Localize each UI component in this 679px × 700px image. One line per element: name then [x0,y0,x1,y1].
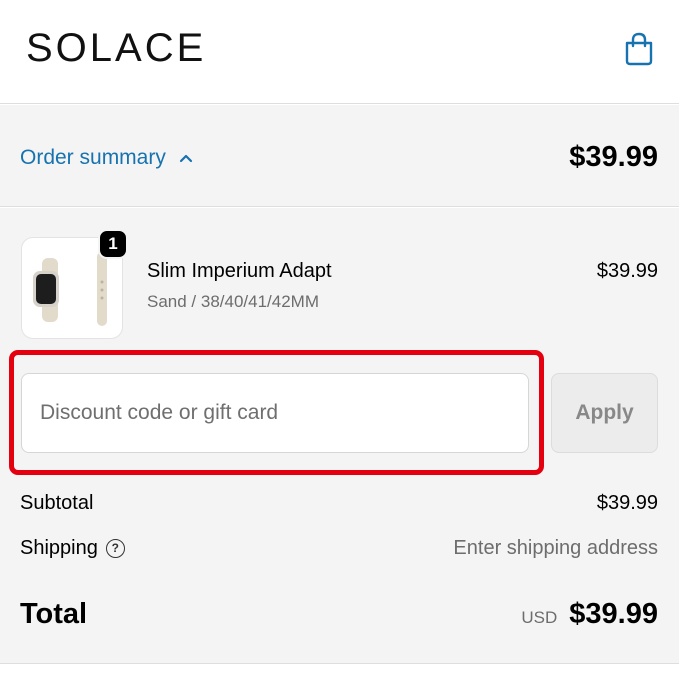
discount-code-input[interactable] [21,373,529,453]
order-summary-toggle[interactable]: Order summary [20,146,194,170]
product-variant: Sand / 38/40/41/42MM [147,292,320,311]
total-amount-group: USD $39.99 [521,598,658,631]
total-amount: $39.99 [569,598,658,630]
order-summary-total: $39.99 [569,141,658,173]
product-price: $39.99 [596,260,658,282]
product-name: Slim Imperium Adapt [147,260,332,282]
shipping-label: Shipping [20,537,98,559]
shipping-value: Enter shipping address [453,537,658,559]
chevron-up-icon [178,146,194,170]
shipping-row: Shipping? [20,537,125,560]
question-circle-icon[interactable]: ? [105,538,125,558]
total-label: Total [20,598,88,630]
order-summary-label: Order summary [20,146,166,169]
apply-discount-button[interactable]: Apply [551,373,658,453]
subtotal-value: $39.99 [596,492,658,514]
quantity-badge: 1 [98,229,128,259]
currency-code: USD [521,608,558,627]
shopping-bag-icon[interactable] [621,31,657,67]
site-header: SOLACE [0,0,679,104]
brand-logo[interactable]: SOLACE [26,26,206,71]
subtotal-label: Subtotal [20,492,94,514]
